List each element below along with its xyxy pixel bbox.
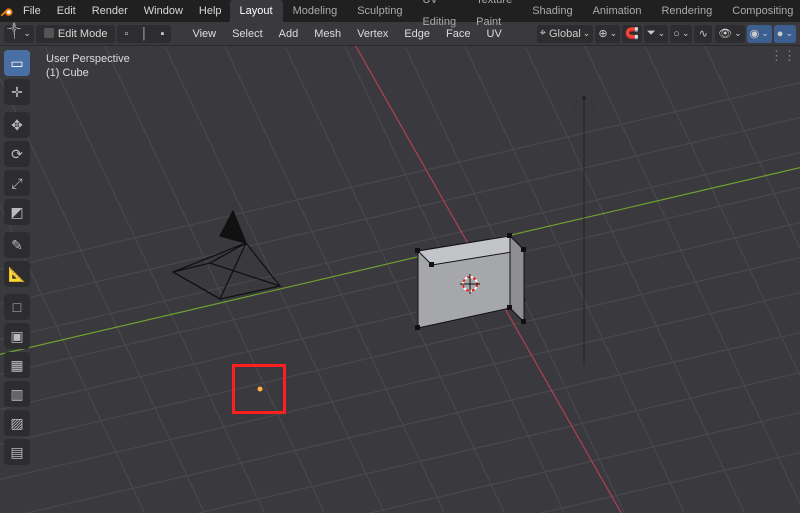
menu-edit[interactable]: Edit	[49, 0, 84, 22]
inset-faces-tool[interactable]: ▥	[4, 381, 30, 407]
viewport-object-label: (1) Cube	[46, 66, 130, 80]
3d-viewport[interactable]: ▭ ✛ ✥ ⟳ ⤢ ◩ ✎ 📐 □ ▣ ▦ ▥ ▨ ▤ User Perspec…	[0, 46, 800, 513]
add-cube-tool[interactable]: □	[4, 294, 30, 320]
proportional-edit-dropdown[interactable]: ○	[670, 25, 692, 43]
viewmenu-uv[interactable]: UV	[480, 22, 509, 46]
viewport-perspective-label: User Perspective	[46, 52, 130, 66]
tab-layout[interactable]: Layout	[230, 0, 283, 22]
viewmenu-vertex[interactable]: Vertex	[350, 22, 395, 46]
viewport-header: ༒ Edit Mode ▫ │ ▪ View Select Add Mesh V…	[0, 22, 800, 46]
tab-rendering[interactable]: Rendering	[651, 0, 722, 22]
overlays-dropdown[interactable]: ◉	[747, 25, 772, 43]
menubar: File Edit Render Window Help Layout Mode…	[0, 0, 800, 22]
measure-tool[interactable]: 📐	[4, 261, 30, 287]
extrude-tool[interactable]: ▣	[4, 323, 30, 349]
editor-type-dropdown[interactable]: ༒	[4, 25, 34, 43]
menu-window[interactable]: Window	[136, 0, 191, 22]
mesh-select-mode: ▫ │ ▪	[117, 25, 171, 43]
highlight-annotation	[232, 364, 286, 414]
tab-compositing[interactable]: Compositing	[722, 0, 800, 22]
menu-render[interactable]: Render	[84, 0, 136, 22]
edge-select-icon[interactable]: │	[135, 25, 153, 43]
extrude-manifold-tool[interactable]: ▦	[4, 352, 30, 378]
viewmenu-view[interactable]: View	[185, 22, 223, 46]
region-toggle-icon[interactable]: ⋮⋮	[770, 48, 796, 64]
toolbar-left: ▭ ✛ ✥ ⟳ ⤢ ◩ ✎ 📐 □ ▣ ▦ ▥ ▨ ▤	[4, 50, 30, 465]
viewport-info: User Perspective (1) Cube	[46, 52, 130, 80]
scale-tool[interactable]: ⤢	[4, 170, 30, 196]
tab-shading[interactable]: Shading	[522, 0, 582, 22]
transform-tool[interactable]: ◩	[4, 199, 30, 225]
bevel-tool[interactable]: ▨	[4, 410, 30, 436]
scene-canvas	[0, 46, 800, 513]
annotate-tool[interactable]: ✎	[4, 232, 30, 258]
mode-dropdown[interactable]: Edit Mode	[36, 25, 116, 43]
vertex-select-icon[interactable]: ▫	[117, 25, 135, 43]
cube-object	[415, 206, 526, 331]
viewmenu-face[interactable]: Face	[439, 22, 477, 46]
viewmenu-edge[interactable]: Edge	[397, 22, 437, 46]
menu-help[interactable]: Help	[191, 0, 230, 22]
tab-sculpting[interactable]: Sculpting	[347, 0, 412, 22]
snap-dropdown[interactable]: ⏷	[644, 25, 668, 43]
face-select-icon[interactable]: ▪	[153, 25, 171, 43]
shading-dropdown[interactable]: ●	[774, 25, 796, 43]
viewmenu-add[interactable]: Add	[272, 22, 306, 46]
visibility-dropdown[interactable]: 👁	[715, 25, 745, 43]
move-tool[interactable]: ✥	[4, 112, 30, 138]
snap-toggle[interactable]: 🧲	[622, 25, 642, 43]
viewmenu-mesh[interactable]: Mesh	[307, 22, 348, 46]
viewmenu-select[interactable]: Select	[225, 22, 270, 46]
pivot-dropdown[interactable]: ⊕	[595, 25, 620, 43]
tab-modeling[interactable]: Modeling	[283, 0, 348, 22]
select-box-tool[interactable]: ▭	[4, 50, 30, 76]
rotate-tool[interactable]: ⟳	[4, 141, 30, 167]
orientation-dropdown[interactable]: ⌖Global	[537, 25, 594, 43]
loop-cut-tool[interactable]: ▤	[4, 439, 30, 465]
editor-type-icon: ༒	[7, 18, 21, 49]
cursor-tool[interactable]: ✛	[4, 79, 30, 105]
proportional-connected-icon[interactable]: ∿	[694, 25, 712, 43]
tab-animation[interactable]: Animation	[583, 0, 652, 22]
